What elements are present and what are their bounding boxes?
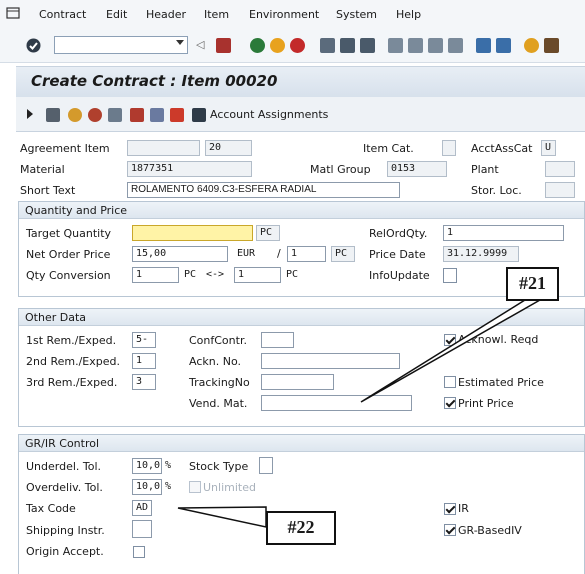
callout-21: #21 [506,267,559,301]
callout-22: #22 [266,511,336,545]
callout-21-pointer [177,299,543,528]
